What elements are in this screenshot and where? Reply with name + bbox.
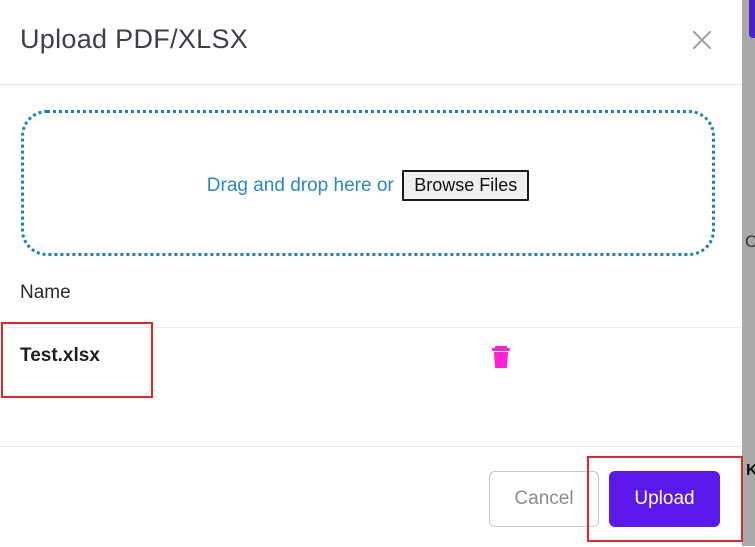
backdrop-text: K [746, 462, 755, 479]
browse-files-button[interactable]: Browse Files [402, 170, 530, 201]
dropzone-text: Drag and drop here or [206, 174, 394, 196]
dropzone-row: Drag and drop here or Browse Files [24, 170, 712, 201]
cancel-button[interactable]: Cancel [489, 471, 599, 527]
file-dropzone[interactable]: Drag and drop here or Browse Files [21, 110, 715, 256]
upload-modal: Upload PDF/XLSX Drag and drop here or Br… [0, 0, 743, 546]
trash-icon[interactable] [491, 345, 511, 369]
backdrop-accent [749, 0, 755, 38]
upload-highlight-box [587, 456, 743, 542]
backdrop-text: C [745, 232, 755, 251]
modal-header: Upload PDF/XLSX [0, 0, 742, 85]
file-highlight-box [1, 322, 153, 398]
modal-title: Upload PDF/XLSX [20, 24, 249, 54]
files-column-header: Name [20, 282, 71, 303]
close-icon[interactable] [690, 28, 714, 52]
